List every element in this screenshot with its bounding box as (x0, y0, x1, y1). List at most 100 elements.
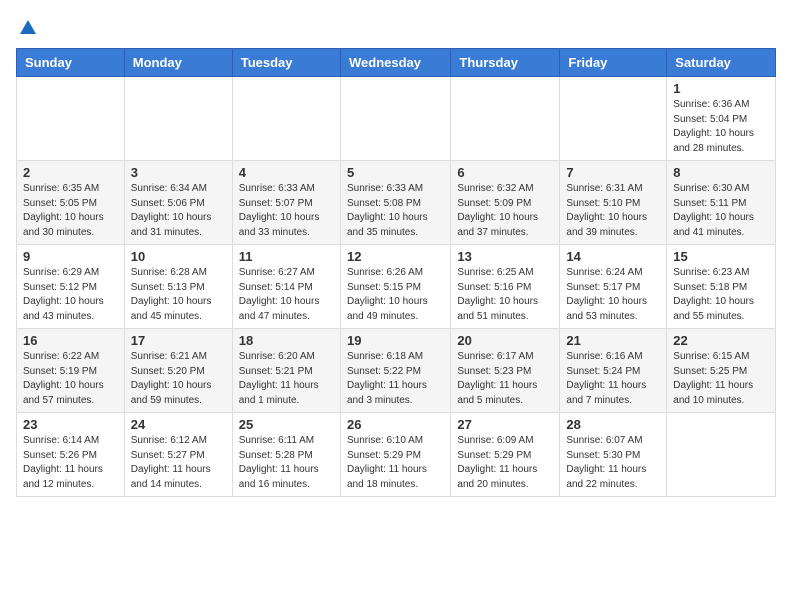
day-number: 16 (23, 333, 118, 348)
day-number: 14 (566, 249, 660, 264)
calendar-cell: 20 Sunrise: 6:17 AM Sunset: 5:23 PM Dayli… (451, 329, 560, 413)
calendar-cell: 3 Sunrise: 6:34 AM Sunset: 5:06 PM Daylig… (124, 161, 232, 245)
day-number: 1 (673, 81, 769, 96)
day-number: 23 (23, 417, 118, 432)
calendar-cell: 21 Sunrise: 6:16 AM Sunset: 5:24 PM Dayli… (560, 329, 667, 413)
day-info: Sunrise: 6:22 AM Sunset: 5:19 PM Dayligh… (23, 350, 118, 408)
page-header (16, 16, 776, 36)
calendar-cell: 8 Sunrise: 6:30 AM Sunset: 5:11 PM Daylig… (667, 161, 776, 245)
day-number: 9 (23, 249, 118, 264)
calendar-cell: 24 Sunrise: 6:12 AM Sunset: 5:27 PM Dayli… (124, 413, 232, 497)
calendar-header-sunday: Sunday (17, 49, 125, 77)
day-info: Sunrise: 6:28 AM Sunset: 5:13 PM Dayligh… (131, 266, 226, 324)
calendar-cell: 13 Sunrise: 6:25 AM Sunset: 5:16 PM Dayli… (451, 245, 560, 329)
calendar-cell: 27 Sunrise: 6:09 AM Sunset: 5:29 PM Dayli… (451, 413, 560, 497)
calendar-cell: 5 Sunrise: 6:33 AM Sunset: 5:08 PM Daylig… (340, 161, 450, 245)
calendar-cell (667, 413, 776, 497)
day-info: Sunrise: 6:25 AM Sunset: 5:16 PM Dayligh… (457, 266, 553, 324)
day-info: Sunrise: 6:07 AM Sunset: 5:30 PM Dayligh… (566, 434, 660, 492)
calendar-header-friday: Friday (560, 49, 667, 77)
day-info: Sunrise: 6:21 AM Sunset: 5:20 PM Dayligh… (131, 350, 226, 408)
calendar-cell (124, 77, 232, 161)
day-number: 7 (566, 165, 660, 180)
day-number: 12 (347, 249, 444, 264)
day-info: Sunrise: 6:11 AM Sunset: 5:28 PM Dayligh… (239, 434, 334, 492)
calendar-cell: 4 Sunrise: 6:33 AM Sunset: 5:07 PM Daylig… (232, 161, 340, 245)
day-number: 17 (131, 333, 226, 348)
day-info: Sunrise: 6:20 AM Sunset: 5:21 PM Dayligh… (239, 350, 334, 408)
day-number: 19 (347, 333, 444, 348)
day-info: Sunrise: 6:24 AM Sunset: 5:17 PM Dayligh… (566, 266, 660, 324)
day-number: 24 (131, 417, 226, 432)
day-number: 3 (131, 165, 226, 180)
calendar-cell: 6Sunrise: 6:32 AM Sunset: 5:09 PM Daylig… (451, 161, 560, 245)
day-number: 18 (239, 333, 334, 348)
day-info: Sunrise: 6:32 AM Sunset: 5:09 PM Dayligh… (457, 182, 553, 240)
calendar-header-row: SundayMondayTuesdayWednesdayThursdayFrid… (17, 49, 776, 77)
calendar-cell (232, 77, 340, 161)
day-number: 5 (347, 165, 444, 180)
calendar-cell (451, 77, 560, 161)
logo (16, 16, 36, 36)
day-info: Sunrise: 6:33 AM Sunset: 5:07 PM Dayligh… (239, 182, 334, 240)
calendar-cell: 25 Sunrise: 6:11 AM Sunset: 5:28 PM Dayli… (232, 413, 340, 497)
calendar-cell: 18 Sunrise: 6:20 AM Sunset: 5:21 PM Dayli… (232, 329, 340, 413)
day-info: Sunrise: 6:16 AM Sunset: 5:24 PM Dayligh… (566, 350, 660, 408)
calendar-week-5: 23 Sunrise: 6:14 AM Sunset: 5:26 PM Dayli… (17, 413, 776, 497)
logo-text (16, 16, 36, 36)
day-info: Sunrise: 6:31 AM Sunset: 5:10 PM Dayligh… (566, 182, 660, 240)
calendar-cell: 17 Sunrise: 6:21 AM Sunset: 5:20 PM Dayli… (124, 329, 232, 413)
day-info: Sunrise: 6:15 AM Sunset: 5:25 PM Dayligh… (673, 350, 769, 408)
day-number: 20 (457, 333, 553, 348)
day-info: Sunrise: 6:27 AM Sunset: 5:14 PM Dayligh… (239, 266, 334, 324)
day-info: Sunrise: 6:18 AM Sunset: 5:22 PM Dayligh… (347, 350, 444, 408)
calendar-header-tuesday: Tuesday (232, 49, 340, 77)
day-info: Sunrise: 6:26 AM Sunset: 5:15 PM Dayligh… (347, 266, 444, 324)
day-info: Sunrise: 6:30 AM Sunset: 5:11 PM Dayligh… (673, 182, 769, 240)
calendar-header-wednesday: Wednesday (340, 49, 450, 77)
day-number: 4 (239, 165, 334, 180)
day-number: 25 (239, 417, 334, 432)
day-info: Sunrise: 6:36 AM Sunset: 5:04 PM Dayligh… (673, 98, 769, 156)
calendar-week-4: 16 Sunrise: 6:22 AM Sunset: 5:19 PM Dayli… (17, 329, 776, 413)
day-info: Sunrise: 6:35 AM Sunset: 5:05 PM Dayligh… (23, 182, 118, 240)
calendar-cell: 11 Sunrise: 6:27 AM Sunset: 5:14 PM Dayli… (232, 245, 340, 329)
calendar-cell: 22 Sunrise: 6:15 AM Sunset: 5:25 PM Dayli… (667, 329, 776, 413)
day-number: 27 (457, 417, 553, 432)
calendar-cell (17, 77, 125, 161)
calendar-cell: 2 Sunrise: 6:35 AM Sunset: 5:05 PM Daylig… (17, 161, 125, 245)
calendar-cell: 15 Sunrise: 6:23 AM Sunset: 5:18 PM Dayli… (667, 245, 776, 329)
day-number: 28 (566, 417, 660, 432)
calendar-table: SundayMondayTuesdayWednesdayThursdayFrid… (16, 48, 776, 497)
calendar-week-1: 1 Sunrise: 6:36 AM Sunset: 5:04 PM Daylig… (17, 77, 776, 161)
day-info: Sunrise: 6:12 AM Sunset: 5:27 PM Dayligh… (131, 434, 226, 492)
calendar-cell: 16 Sunrise: 6:22 AM Sunset: 5:19 PM Dayli… (17, 329, 125, 413)
day-info: Sunrise: 6:14 AM Sunset: 5:26 PM Dayligh… (23, 434, 118, 492)
calendar-header-saturday: Saturday (667, 49, 776, 77)
day-number: 8 (673, 165, 769, 180)
day-info: Sunrise: 6:23 AM Sunset: 5:18 PM Dayligh… (673, 266, 769, 324)
calendar-cell: 14 Sunrise: 6:24 AM Sunset: 5:17 PM Dayli… (560, 245, 667, 329)
calendar-header-monday: Monday (124, 49, 232, 77)
day-info: Sunrise: 6:09 AM Sunset: 5:29 PM Dayligh… (457, 434, 553, 492)
day-info: Sunrise: 6:33 AM Sunset: 5:08 PM Dayligh… (347, 182, 444, 240)
day-number: 26 (347, 417, 444, 432)
day-number: 11 (239, 249, 334, 264)
day-number: 2 (23, 165, 118, 180)
calendar-cell: 9 Sunrise: 6:29 AM Sunset: 5:12 PM Daylig… (17, 245, 125, 329)
calendar-header-thursday: Thursday (451, 49, 560, 77)
day-number: 21 (566, 333, 660, 348)
calendar-cell: 19 Sunrise: 6:18 AM Sunset: 5:22 PM Dayli… (340, 329, 450, 413)
day-info: Sunrise: 6:17 AM Sunset: 5:23 PM Dayligh… (457, 350, 553, 408)
day-number: 22 (673, 333, 769, 348)
day-info: Sunrise: 6:34 AM Sunset: 5:06 PM Dayligh… (131, 182, 226, 240)
day-number: 15 (673, 249, 769, 264)
calendar-week-3: 9 Sunrise: 6:29 AM Sunset: 5:12 PM Daylig… (17, 245, 776, 329)
calendar-cell: 12 Sunrise: 6:26 AM Sunset: 5:15 PM Dayli… (340, 245, 450, 329)
calendar-cell: 23 Sunrise: 6:14 AM Sunset: 5:26 PM Dayli… (17, 413, 125, 497)
day-number: 13 (457, 249, 553, 264)
day-number: 10 (131, 249, 226, 264)
calendar-cell: 1 Sunrise: 6:36 AM Sunset: 5:04 PM Daylig… (667, 77, 776, 161)
day-info: Sunrise: 6:29 AM Sunset: 5:12 PM Dayligh… (23, 266, 118, 324)
calendar-cell: 26Sunrise: 6:10 AM Sunset: 5:29 PM Dayli… (340, 413, 450, 497)
